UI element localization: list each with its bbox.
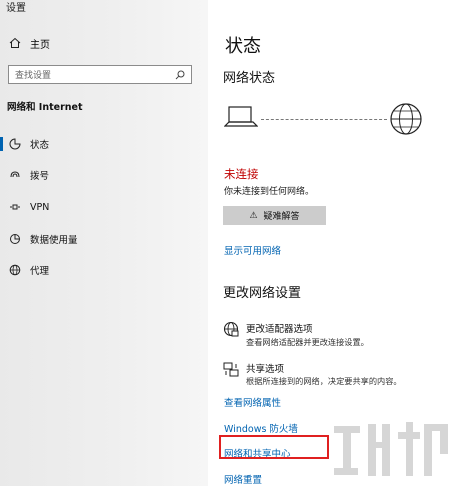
internet-globe-icon [389,102,423,140]
sidebar-item-vpn[interactable]: VPN [8,200,49,214]
sidebar-item-label: 状态 [30,140,50,151]
adapter-icon [222,320,240,338]
network-status-heading: 网络状态 [223,71,276,86]
data-usage-icon [8,232,22,246]
network-reset-link[interactable]: 网络重置 [224,472,262,486]
troubleshoot-button[interactable]: ⚠ 疑难解答 [223,206,326,225]
vpn-icon [8,200,22,214]
home-label: 主页 [30,39,50,51]
dialup-icon [8,168,22,182]
sidebar-item-data-usage[interactable]: 数据使用量 [8,232,78,246]
watermark-logo [334,422,448,476]
search-input[interactable]: 查找设置 [8,65,192,84]
main-panel: 状态 网络状态 未连接 你未连接到任何网络。 ⚠ 疑难解答 显示可用网络 更改网… [208,0,455,486]
sharing-options-link[interactable]: 共享选项 [246,361,284,375]
sidebar-item-label: 代理 [30,266,50,277]
change-settings-heading: 更改网络设置 [223,286,302,301]
connection-status: 未连接 [224,167,259,181]
status-icon [8,137,22,151]
page-title: 状态 [225,36,261,57]
home-icon [8,36,22,50]
highlight-box [219,435,329,459]
sidebar-item-dialup[interactable]: 拨号 [8,168,49,182]
network-properties-link[interactable]: 查看网络属性 [224,395,281,409]
search-icon[interactable] [175,65,185,84]
sidebar: 设置 主页 查找设置 网络和 Internet 状态 拨号 VPN 数据使用量 … [0,0,208,486]
warning-icon: ⚠ [249,210,258,221]
adapter-options-desc: 查看网络适配器并更改连接设置。 [246,337,369,347]
connection-status-detail: 你未连接到任何网络。 [224,187,315,197]
sidebar-item-label: 数据使用量 [30,235,78,246]
sidebar-item-label: VPN [30,201,50,213]
adapter-options-link[interactable]: 更改适配器选项 [246,321,313,335]
laptop-icon [223,105,259,133]
troubleshoot-label: 疑难解答 [263,212,300,222]
globe-icon [8,263,22,277]
sidebar-item-status[interactable]: 状态 [8,137,49,151]
sidebar-item-proxy[interactable]: 代理 [8,263,49,277]
window-title: 设置 [6,3,26,14]
sharing-icon [222,360,240,378]
show-networks-link[interactable]: 显示可用网络 [224,243,281,257]
sharing-options-desc: 根据所连接到的网络，决定要共享的内容。 [246,376,402,386]
home-nav-item[interactable]: 主页 [8,36,50,51]
firewall-link[interactable]: Windows 防火墙 [224,421,298,435]
connection-line [261,119,387,120]
search-placeholder: 查找设置 [15,71,52,81]
selected-indicator [0,137,3,151]
section-heading: 网络和 Internet [7,102,83,113]
sidebar-item-label: 拨号 [30,171,50,182]
